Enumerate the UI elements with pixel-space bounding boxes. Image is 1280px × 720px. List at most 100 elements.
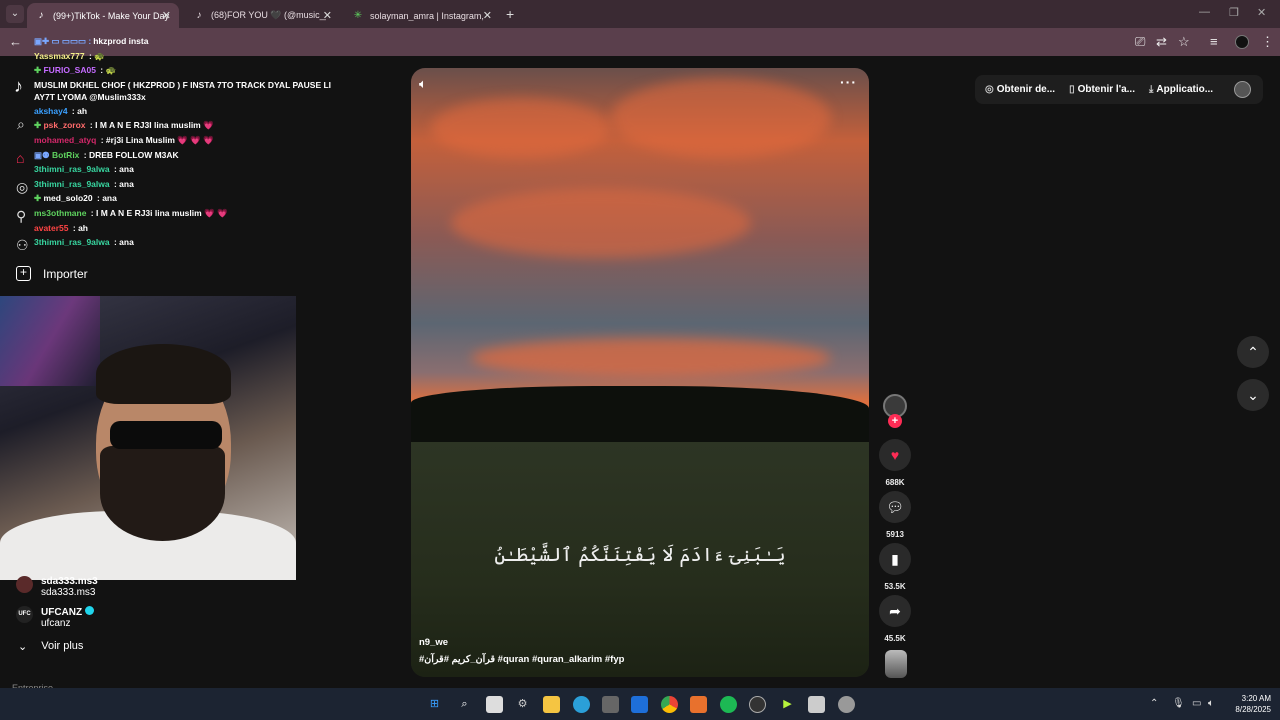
chat-user: ms3othmane: [34, 207, 87, 218]
tiktok-logo[interactable]: ♪: [14, 76, 23, 97]
explore-compass-icon[interactable]: ◎: [16, 179, 28, 196]
comment-button[interactable]: 💬︎ 5913: [879, 491, 911, 539]
search-icon[interactable]: ⌕: [456, 696, 473, 713]
desktop-app-button[interactable]: ⤓ Applicatio...: [1149, 84, 1213, 95]
minimize-icon[interactable]: —: [1199, 6, 1210, 18]
follow-plus-button[interactable]: +: [888, 414, 902, 428]
new-tab-button[interactable]: +: [506, 6, 514, 22]
close-icon[interactable]: ✕: [483, 9, 492, 22]
like-button[interactable]: ♥ 688K: [879, 439, 911, 487]
previous-video-button[interactable]: ⌃: [1237, 336, 1269, 368]
task-view-icon[interactable]: [486, 696, 503, 713]
kick-icon[interactable]: ▶: [779, 696, 796, 713]
tab-title: solayman_amra | Instagram, Tik: [370, 10, 485, 21]
obs-icon[interactable]: [749, 696, 766, 713]
close-window-icon[interactable]: ✕: [1257, 6, 1266, 19]
chat-message: ah: [77, 105, 88, 116]
app-clock-icon[interactable]: [838, 696, 855, 713]
friends-icon[interactable]: ⚇: [16, 237, 29, 254]
volume-speaker-icon[interactable]: 🔈︎: [419, 76, 427, 92]
like-count: 688K: [885, 478, 905, 487]
close-icon[interactable]: ✕: [162, 9, 171, 22]
webcam-beard: [100, 446, 225, 541]
back-arrow-icon[interactable]: ←: [9, 34, 22, 49]
volume-icon[interactable]: 🔈︎: [1208, 698, 1214, 709]
get-coins-button[interactable]: ◎ Obtenir de...: [985, 84, 1055, 95]
home-icon[interactable]: ⌂: [16, 150, 24, 166]
comment-bubble-icon: 💬︎: [879, 491, 911, 523]
chat-user: med_solo20: [43, 193, 93, 204]
tab-tiktok[interactable]: ♪ (99+)TikTok - Make Your Day ✕: [27, 3, 179, 28]
get-app-button[interactable]: ▯ Obtenir l'a...: [1069, 84, 1135, 95]
chrome-icon[interactable]: [661, 696, 678, 713]
following-user-icon[interactable]: ⚲: [16, 208, 26, 225]
tab-for-you[interactable]: ♪ (68)FOR YOU 🖤 (@music__12 ✕: [185, 3, 340, 28]
get-app-label: Obtenir l'a...: [1077, 84, 1135, 95]
verified-badge-icon: [85, 606, 95, 615]
tiktok-icon: ♪: [38, 9, 44, 21]
settings-gear-icon[interactable]: ⚙: [514, 696, 531, 713]
taskbar-clock[interactable]: 3:20 AM 8/28/2025: [1225, 693, 1271, 715]
store-icon[interactable]: [602, 696, 619, 713]
chat-user: 3thimni_ras_9alwa: [34, 237, 110, 248]
chat-message: #rj3i Lina Muslim 💗 💗 💗: [105, 134, 214, 145]
chat-line: 3thimni_ras_9alwa : ana: [34, 164, 134, 175]
importer-label: Importer: [43, 266, 88, 281]
chat-message: I M A N E RJ3I lina muslim 💗: [95, 120, 214, 131]
chat-user: akshay4: [34, 105, 68, 116]
account-handle: ufcanz: [41, 618, 71, 629]
video-author[interactable]: n9_we: [419, 637, 448, 648]
spotify-icon[interactable]: [720, 696, 737, 713]
video-caption-overlay: يَـٰبَنِىٓ ءَادَمَ لَا يَفْتِنَنَّكُمُ ٱ…: [494, 544, 786, 566]
chat-message: ana: [119, 237, 134, 248]
chat-message: ana: [102, 193, 117, 204]
cast-icon[interactable]: ⎚: [1135, 34, 1145, 50]
close-icon[interactable]: ✕: [323, 9, 332, 22]
video-player[interactable]: 🔈︎ ··· يَـٰبَنِىٓ ءَادَمَ لَا يَفْتِنَنَ…: [411, 68, 869, 677]
chat-line: ✚ med_solo20 : ana: [34, 193, 117, 204]
chat-line: 3thimni_ras_9alwa : ana: [34, 237, 134, 248]
edge-browser-icon[interactable]: [573, 696, 590, 713]
chat-line: ✚ psk_zorox : I M A N E RJ3I lina muslim…: [34, 120, 214, 131]
save-button[interactable]: ▮ 53.5K: [879, 543, 911, 591]
chat-line: ▣⚉ BotRix : DREB FOLLOW M3AK: [34, 149, 179, 160]
video-hashtags[interactable]: #قرآن_كريم #قرآن #quran #quran_alkarim #…: [419, 654, 624, 665]
profile-avatar[interactable]: [1235, 35, 1249, 49]
display-icon[interactable]: ▭: [1192, 698, 1201, 709]
outlook-icon[interactable]: [631, 696, 648, 713]
microphone-icon[interactable]: 🎙︎: [1172, 698, 1185, 709]
translate-icon[interactable]: ⇄: [1156, 34, 1167, 50]
music-disc-icon[interactable]: [885, 650, 907, 678]
tab-instagram[interactable]: ✳ solayman_amra | Instagram, Tik ✕: [344, 3, 500, 28]
file-explorer-icon[interactable]: [543, 696, 560, 713]
search-icon[interactable]: ⌕: [17, 116, 25, 133]
chat-line: avater55 : ah: [34, 222, 88, 233]
more-options-icon[interactable]: ···: [840, 74, 857, 90]
tray-chevron-up-icon[interactable]: ⌃: [1150, 698, 1158, 709]
suggested-account[interactable]: UFC UFCANZ ufcanz: [16, 606, 95, 629]
chat-line: 3thimni_ras_9alwa : ana: [34, 178, 134, 189]
bookmark-star-icon[interactable]: ☆: [1178, 34, 1190, 50]
chat-user: ▣✚ ▭ ▭▭▭ :: [34, 36, 92, 46]
next-video-button[interactable]: ⌄: [1237, 379, 1269, 411]
tab-search-icon[interactable]: ⌄: [6, 5, 24, 23]
suggested-account[interactable]: sda333.ms3 sda333.ms3: [16, 576, 98, 598]
ufc-logo: UFC: [16, 606, 33, 623]
menu-kebab-icon[interactable]: ⋮: [1261, 34, 1274, 50]
media-queue-icon[interactable]: ≡: [1210, 34, 1218, 49]
windows-start-icon[interactable]: ⊞: [426, 696, 443, 713]
chevron-down-icon: ⌄: [18, 641, 28, 653]
importer-button[interactable]: + Importer: [16, 266, 88, 281]
webcam-hair: [96, 344, 231, 404]
calculator-icon[interactable]: [808, 696, 825, 713]
chat-line: MUSLIM DKHEL CHOF ( HKZPROD ) F INSTA 7T…: [34, 79, 334, 103]
user-avatar[interactable]: [1234, 81, 1251, 98]
share-button[interactable]: ➦ 45.5K: [879, 595, 911, 643]
voir-plus-button[interactable]: ⌄ Voir plus: [18, 640, 83, 653]
tab-title: (68)FOR YOU 🖤 (@music__12: [211, 10, 326, 20]
restore-icon[interactable]: ❐: [1229, 6, 1239, 19]
chat-user: 3thimni_ras_9alwa: [34, 164, 110, 175]
coin-icon: ◎: [985, 84, 994, 95]
chat-message: DREB FOLLOW M3AK: [88, 149, 179, 160]
app-orange-icon[interactable]: [690, 696, 707, 713]
